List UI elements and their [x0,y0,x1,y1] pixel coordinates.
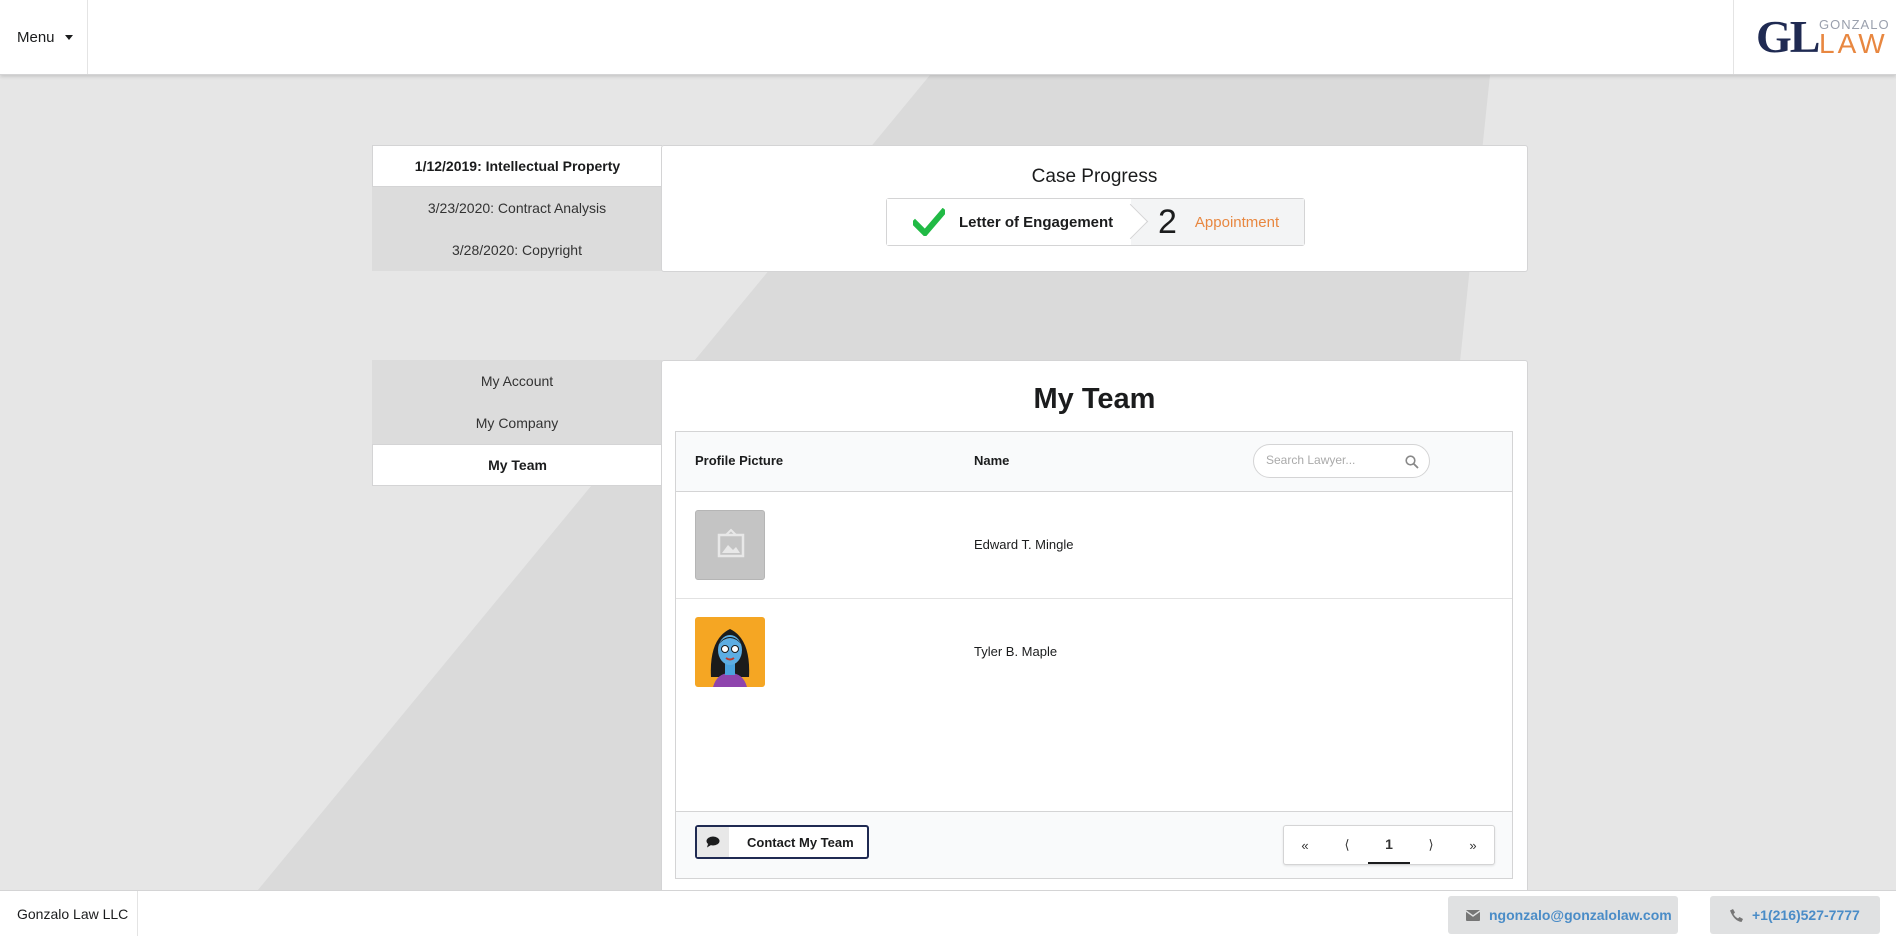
team-table: Profile Picture Name Edward T. Mingle [675,431,1513,879]
table-footer: Contact My Team « ⟨ 1 ⟩ » [676,811,1512,878]
nav-label: My Account [480,373,554,389]
table-row[interactable]: Edward T. Mingle [676,492,1512,599]
account-nav: My Account My Company My Team [372,360,662,486]
case-tab-intellectual-property[interactable]: 1/12/2019: Intellectual Property [372,145,662,187]
woman-avatar [695,617,765,687]
search-input[interactable] [1266,453,1401,467]
top-bar: Menu GL GONZALO LAW [0,0,1896,75]
page-title: My Team [1033,383,1156,415]
case-tab-label: 3/23/2020: Contract Analysis [427,200,607,216]
nav-my-team[interactable]: My Team [372,444,662,486]
member-name: Tyler B. Maple [974,644,1058,659]
nav-my-company[interactable]: My Company [372,402,662,444]
phone-button[interactable]: +1(216)527-7777 [1710,896,1880,934]
table-header: Profile Picture Name [676,432,1512,492]
phone-number: +1(216)527-7777 [1752,907,1860,923]
case-list: 1/12/2019: Intellectual Property 3/23/20… [372,145,662,271]
step-label: Letter of Engagement [959,213,1114,231]
contact-my-team-button[interactable]: Contact My Team [695,825,869,859]
case-progress-title: Case Progress [1031,166,1158,187]
envelope-icon [1466,909,1480,921]
contact-button-label: Contact My Team [747,834,854,850]
logo: GL GONZALO LAW [1733,0,1896,74]
pagination-prev[interactable]: ⟨ [1326,826,1368,864]
step-appointment[interactable]: 2 Appointment [1131,199,1304,245]
pagination-page-1[interactable]: 1 [1368,826,1410,864]
footer: Gonzalo Law LLC ngonzalo@gonzalolaw.com … [0,890,1896,936]
logo-initials: GL [1756,11,1820,62]
search-icon[interactable] [1405,455,1419,469]
caret-down-icon [64,34,73,40]
pagination-first[interactable]: « [1284,826,1326,864]
case-tab-copyright[interactable]: 3/28/2020: Copyright [372,229,662,271]
column-header-name: Name [974,453,1010,468]
chat-icon [697,827,729,857]
column-header-picture: Profile Picture [695,453,784,468]
logo-bottom-word: LAW [1819,28,1888,59]
pagination: « ⟨ 1 ⟩ » [1283,825,1495,865]
pagination-last[interactable]: » [1452,826,1494,864]
menu-label: Menu [17,28,55,46]
phone-icon [1730,908,1743,922]
placeholder-image-icon [695,510,765,580]
my-team-card: My Team Profile Picture Name Edward T. M… [661,360,1528,900]
step-label: Appointment [1194,213,1280,231]
nav-label: My Team [488,457,547,473]
company-name: Gonzalo Law LLC [0,891,138,936]
case-tab-label: 3/28/2020: Copyright [452,242,582,258]
check-icon [913,208,945,236]
table-row[interactable]: Tyler B. Maple [676,599,1512,706]
progress-steps: Letter of Engagement 2 Appointment [886,198,1305,246]
step-number: 2 [1158,202,1177,241]
nav-label: My Company [475,415,559,431]
case-progress-card: Case Progress Letter of Engagement 2 App… [661,145,1528,272]
member-name: Edward T. Mingle [974,537,1074,552]
email-button[interactable]: ngonzalo@gonzalolaw.com [1448,896,1678,934]
case-tab-label: 1/12/2019: Intellectual Property [414,158,621,174]
pagination-next[interactable]: ⟩ [1410,826,1452,864]
search-box [1253,444,1430,478]
nav-my-account[interactable]: My Account [372,360,662,402]
step-letter-of-engagement[interactable]: Letter of Engagement [887,199,1131,245]
email-address: ngonzalo@gonzalolaw.com [1489,907,1672,923]
menu-button[interactable]: Menu [0,0,88,74]
case-tab-contract-analysis[interactable]: 3/23/2020: Contract Analysis [372,187,662,229]
